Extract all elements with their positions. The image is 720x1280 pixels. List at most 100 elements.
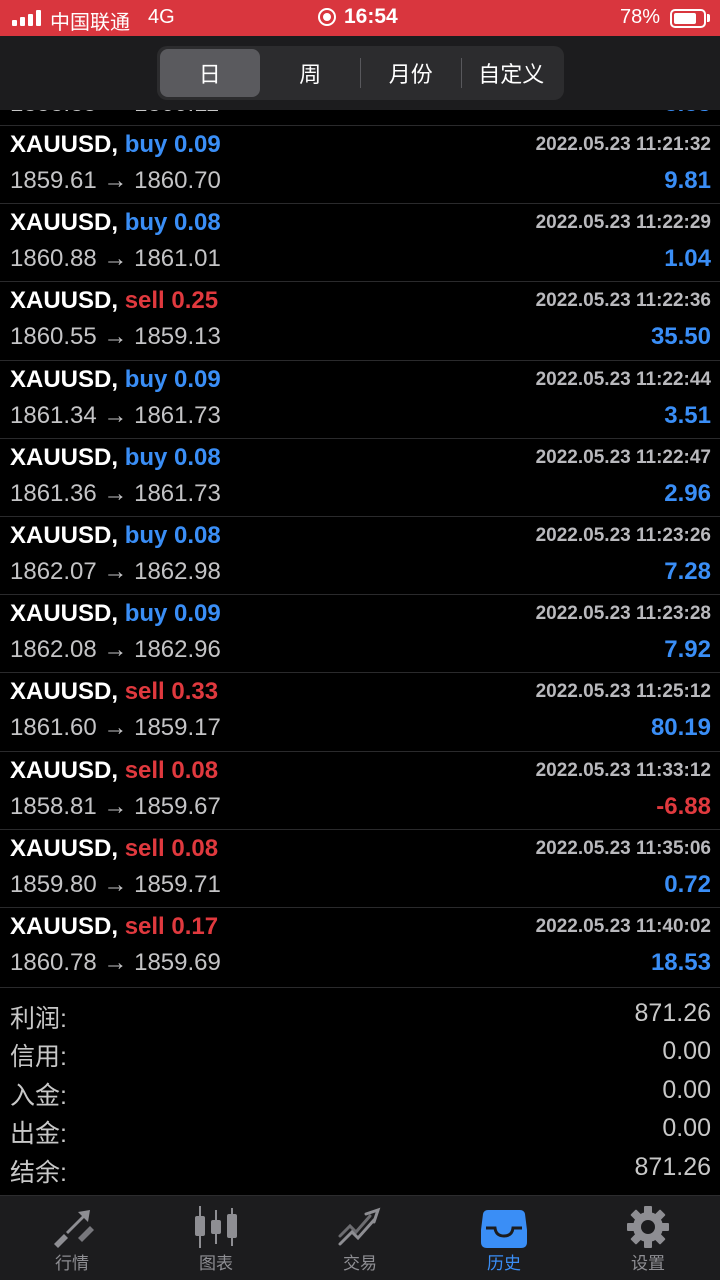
trade-prices: 1860.88 → 1861.01: [10, 245, 221, 273]
partial-trade-row[interactable]: 1858.85 → 1860.11 3.38: [0, 110, 720, 126]
trade-direction: sell: [124, 912, 165, 940]
trade-profit: 0.72: [664, 870, 711, 898]
trade-volume: 0.33: [171, 678, 219, 706]
trade-time: 2022.05.23 11:25:12: [535, 681, 711, 703]
history-icon: [481, 1210, 527, 1248]
summary-label: 利润:: [10, 1005, 67, 1033]
period-tab-month[interactable]: 月份: [361, 49, 461, 97]
trade-profit: 7.92: [664, 636, 711, 664]
trade-side: sell 0.08: [125, 835, 218, 862]
trade-history-list[interactable]: 1858.85 → 1860.11 3.38 XAUUSD, buy 0.09 2…: [0, 110, 720, 990]
trade-time: 2022.05.23 11:33:12: [535, 759, 711, 781]
trade-side: buy 0.09: [125, 131, 221, 158]
trade-volume: 0.08: [174, 209, 221, 237]
trade-direction: buy: [124, 443, 168, 471]
trade-symbol: XAUUSD,: [10, 209, 119, 237]
trade-profit: 3.38: [664, 110, 711, 118]
summary-value: 0.00: [662, 1114, 711, 1143]
signal-icon: [12, 10, 41, 26]
summary-value: 0.00: [662, 1037, 711, 1066]
carrier-name: 中国联通: [50, 12, 130, 34]
trade-symbol: XAUUSD,: [10, 834, 119, 862]
period-tab-day[interactable]: 日: [160, 49, 260, 97]
tab-settings[interactable]: 设置: [576, 1196, 720, 1280]
trade-icon: [338, 1207, 381, 1246]
trade-side: sell 0.08: [125, 757, 218, 784]
trade-time: 2022.05.23 11:22:47: [535, 446, 711, 468]
trade-symbol: XAUUSD,: [10, 131, 119, 158]
trade-row[interactable]: XAUUSD, buy 0.09 2022.05.23 11:21:32 1859.…: [0, 125, 720, 203]
trade-row[interactable]: XAUUSD, sell 0.08 2022.05.23 11:33:12 1858…: [0, 750, 720, 829]
trade-direction: sell: [124, 678, 165, 706]
trade-prices: 1859.61 → 1860.70: [10, 167, 221, 194]
trade-volume: 0.09: [174, 365, 221, 393]
trade-title: XAUUSD, buy 0.09: [10, 131, 221, 159]
summary-value: 0.00: [662, 1075, 711, 1104]
battery-tip: [707, 14, 710, 22]
trade-profit: 35.50: [650, 323, 711, 351]
trade-row[interactable]: XAUUSD, buy 0.09 2022.05.23 11:22:44 1861.…: [0, 359, 720, 438]
trade-prices: 1862.08 → 1862.96: [10, 636, 221, 664]
trade-time: 2022.05.23 11:23:26: [535, 524, 711, 546]
account-summary: 利润: 871.26 信用: 0.00 入金: 0.00 出金: 0.00 结余…: [0, 987, 720, 1187]
trade-time: 2022.05.23 11:23:28: [535, 603, 711, 625]
trade-side: sell 0.17: [125, 913, 218, 940]
network-type: 4G: [148, 6, 175, 28]
trade-symbol: XAUUSD,: [10, 600, 119, 628]
trade-profit: -6.88: [656, 792, 711, 820]
trade-prices: 1861.36 → 1861.73: [10, 479, 221, 507]
trade-time: 2022.05.23 11:22:29: [535, 212, 711, 234]
trade-time: 2022.05.23 11:22:44: [535, 368, 711, 390]
trade-profit: 80.19: [650, 714, 711, 742]
trade-direction: buy: [124, 131, 168, 158]
history-header: 日 周 月份 自定义: [0, 36, 720, 110]
trade-side: sell 0.33: [125, 678, 218, 705]
tab-label: 设置: [631, 1254, 665, 1273]
trade-side: buy 0.08: [125, 444, 221, 471]
trade-direction: buy: [124, 521, 168, 549]
period-tab-custom[interactable]: 自定义: [462, 49, 562, 97]
trade-side: buy 0.08: [125, 522, 221, 549]
trade-symbol: XAUUSD,: [10, 912, 119, 940]
trade-profit: 1.04: [664, 245, 711, 273]
trade-direction: buy: [124, 600, 168, 628]
trade-row[interactable]: XAUUSD, buy 0.08 2022.05.23 11:22:47 1861.…: [0, 437, 720, 516]
period-segmented-control: 日 周 月份 自定义: [157, 46, 564, 100]
battery-icon: [670, 9, 706, 28]
trade-direction: buy: [124, 209, 168, 237]
period-tab-week[interactable]: 周: [261, 49, 361, 97]
chart-icon: [195, 1206, 237, 1248]
tab-history[interactable]: 历史: [432, 1196, 576, 1280]
trade-prices: 1861.60 → 1859.17: [10, 714, 221, 742]
trade-row[interactable]: XAUUSD, sell 0.08 2022.05.23 11:35:06 1859…: [0, 828, 720, 907]
trade-row[interactable]: XAUUSD, sell 0.25 2022.05.23 11:22:36 1860…: [0, 281, 720, 359]
summary-label: 出金:: [10, 1120, 67, 1149]
trade-title: XAUUSD, sell 0.33: [10, 678, 218, 706]
trade-title: XAUUSD, sell 0.25: [10, 287, 218, 315]
trade-row[interactable]: XAUUSD, sell 0.17 2022.05.23 11:40:02 1860…: [0, 906, 720, 985]
trade-direction: sell: [124, 287, 165, 315]
trade-time: 2022.05.23 11:35:06: [535, 837, 711, 859]
tab-trade[interactable]: 交易: [288, 1196, 432, 1280]
trade-row[interactable]: XAUUSD, buy 0.08 2022.05.23 11:22:29 1860.…: [0, 203, 720, 281]
trade-title: XAUUSD, sell 0.17: [10, 913, 218, 941]
settings-icon: [627, 1206, 669, 1248]
trade-symbol: XAUUSD,: [10, 443, 119, 471]
trade-direction: buy: [124, 365, 168, 393]
bottom-tab-bar: 行情 图表 交易 历史 设置: [0, 1195, 720, 1280]
trade-row[interactable]: XAUUSD, buy 0.08 2022.05.23 11:23:26 1862.…: [0, 515, 720, 594]
tab-chart[interactable]: 图表: [144, 1196, 288, 1280]
trade-volume: 0.09: [174, 131, 221, 158]
trade-time: 2022.05.23 11:21:32: [535, 134, 711, 155]
trade-symbol: XAUUSD,: [10, 365, 119, 393]
trade-volume: 0.08: [174, 521, 221, 549]
trade-prices: 1860.78 → 1859.69: [10, 948, 221, 976]
trade-volume: 0.09: [174, 600, 221, 628]
tab-quotes[interactable]: 行情: [0, 1196, 144, 1280]
screen-record-icon: [318, 8, 336, 26]
trade-row[interactable]: XAUUSD, buy 0.09 2022.05.23 11:23:28 1862.…: [0, 594, 720, 672]
trade-profit: 9.81: [664, 167, 711, 194]
trade-prices: 1859.80 → 1859.71: [10, 870, 221, 898]
trade-time: 2022.05.23 11:40:02: [535, 915, 711, 937]
trade-row[interactable]: XAUUSD, sell 0.33 2022.05.23 11:25:12 1861…: [0, 672, 720, 750]
